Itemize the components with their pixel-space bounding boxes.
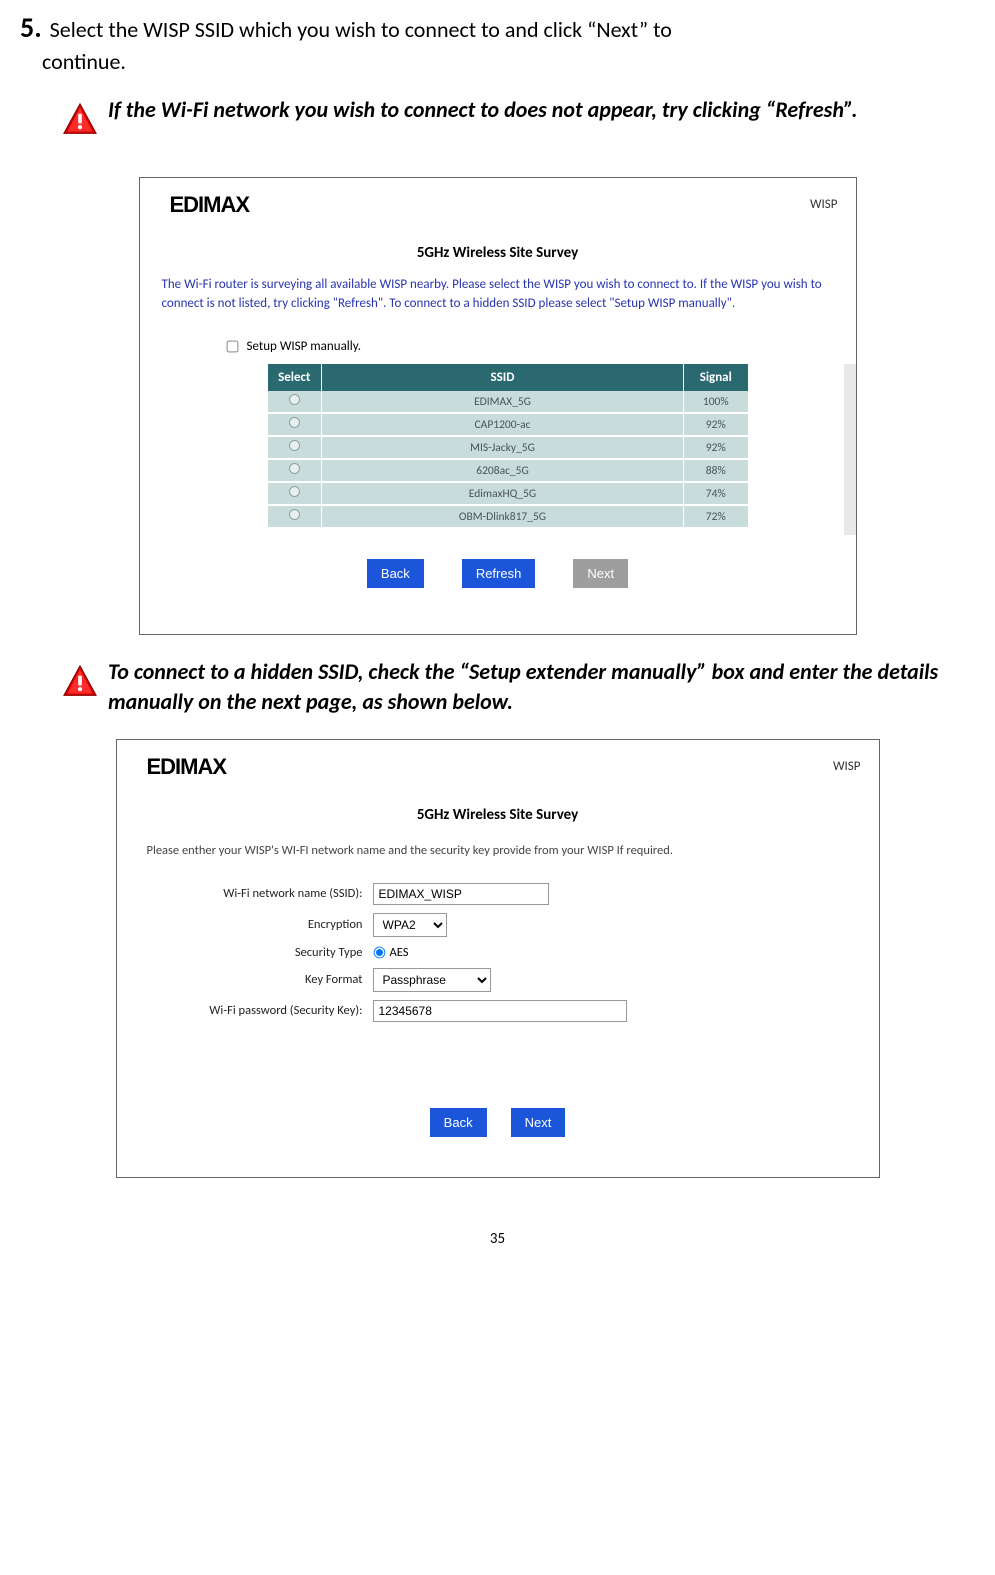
table-row: OBM-Dlink817_5G 72% [268, 505, 748, 528]
table-row: EdimaxHQ_5G 74% [268, 482, 748, 505]
manual-setup-checkbox[interactable] [226, 341, 238, 353]
security-type-label: Security Type [157, 945, 373, 960]
ssid-label: Wi-Fi network name (SSID): [157, 886, 373, 901]
panel-description: The Wi-Fi router is surveying all availa… [140, 276, 856, 326]
step-text-line1: Select the WISP SSID which you wish to c… [50, 15, 672, 45]
signal-cell: 100% [684, 391, 748, 413]
next-button[interactable]: Next [573, 559, 628, 588]
security-type-radio[interactable] [373, 946, 385, 958]
step-heading: 5. Select the WISP SSID which you wish t… [20, 10, 975, 45]
signal-cell: 92% [684, 436, 748, 459]
next-button[interactable]: Next [511, 1108, 566, 1137]
step-text-line2: continue. [42, 47, 975, 77]
note-refresh: If the Wi-Fi network you wish to connect… [62, 95, 975, 137]
table-row: CAP1200-ac 92% [268, 413, 748, 436]
table-row: 6208ac_5G 88% [268, 459, 748, 482]
back-button[interactable]: Back [430, 1108, 487, 1137]
key-format-label: Key Format [157, 972, 373, 987]
ssid-radio[interactable] [289, 509, 300, 520]
signal-cell: 74% [684, 482, 748, 505]
signal-cell: 88% [684, 459, 748, 482]
manual-setup-label: Setup WISP manually. [247, 339, 362, 354]
brand-logo: EDIMAX [170, 192, 250, 218]
ssid-radio[interactable] [289, 486, 300, 497]
warning-icon [62, 101, 98, 137]
mode-label: WISP [810, 197, 838, 212]
refresh-button[interactable]: Refresh [462, 559, 536, 588]
manual-setup-row: Setup WISP manually. [140, 325, 856, 364]
col-signal: Signal [684, 364, 748, 391]
ssid-radio[interactable] [289, 417, 300, 428]
table-row: EDIMAX_5G 100% [268, 391, 748, 413]
panel-title: 5GHz Wireless Site Survey [140, 244, 856, 262]
button-row: Back Next [117, 1040, 879, 1177]
ssid-table: Select SSID Signal EDIMAX_5G 100% CAP120… [268, 364, 748, 529]
encryption-label: Encryption [157, 917, 373, 932]
button-row: Back Refresh Next [140, 535, 856, 634]
manual-setup-panel: EDIMAX WISP 5GHz Wireless Site Survey Pl… [116, 739, 880, 1178]
signal-cell: 92% [684, 413, 748, 436]
mode-label: WISP [833, 759, 861, 774]
security-type-value: AES [390, 945, 409, 960]
ssid-cell: EdimaxHQ_5G [322, 482, 684, 505]
page-number: 35 [20, 1230, 975, 1248]
form-area: Wi-Fi network name (SSID): Encryption WP… [117, 879, 879, 1040]
password-input[interactable] [373, 1000, 627, 1022]
brand-logo: EDIMAX [147, 754, 227, 780]
note-manual-ssid: To connect to a hidden SSID, check the “… [62, 657, 975, 716]
ssid-cell: CAP1200-ac [322, 413, 684, 436]
ssid-cell: MIS-Jacky_5G [322, 436, 684, 459]
step-number: 5. [20, 10, 42, 45]
col-ssid: SSID [322, 364, 684, 391]
panel-header: EDIMAX WISP [117, 740, 879, 788]
key-format-select[interactable]: Passphrase [373, 968, 491, 992]
ssid-cell: 6208ac_5G [322, 459, 684, 482]
warning-icon [62, 663, 98, 699]
note-manual-ssid-text: To connect to a hidden SSID, check the “… [108, 657, 975, 716]
ssid-cell: OBM-Dlink817_5G [322, 505, 684, 528]
password-label: Wi-Fi password (Security Key): [157, 1003, 373, 1018]
panel-header: EDIMAX WISP [140, 178, 856, 226]
ssid-radio[interactable] [289, 394, 300, 405]
note-refresh-text: If the Wi-Fi network you wish to connect… [108, 95, 857, 125]
ssid-radio[interactable] [289, 463, 300, 474]
panel-description: Please enther your WISP's WI-FI network … [117, 838, 879, 879]
encryption-select[interactable]: WPA2 [373, 913, 447, 937]
signal-cell: 72% [684, 505, 748, 528]
site-survey-panel: EDIMAX WISP 5GHz Wireless Site Survey Th… [139, 177, 857, 636]
ssid-input[interactable] [373, 883, 549, 905]
back-button[interactable]: Back [367, 559, 424, 588]
col-select: Select [268, 364, 322, 391]
table-scrollbar[interactable] [844, 364, 856, 535]
ssid-cell: EDIMAX_5G [322, 391, 684, 413]
panel-title: 5GHz Wireless Site Survey [117, 806, 879, 824]
table-row: MIS-Jacky_5G 92% [268, 436, 748, 459]
ssid-radio[interactable] [289, 440, 300, 451]
